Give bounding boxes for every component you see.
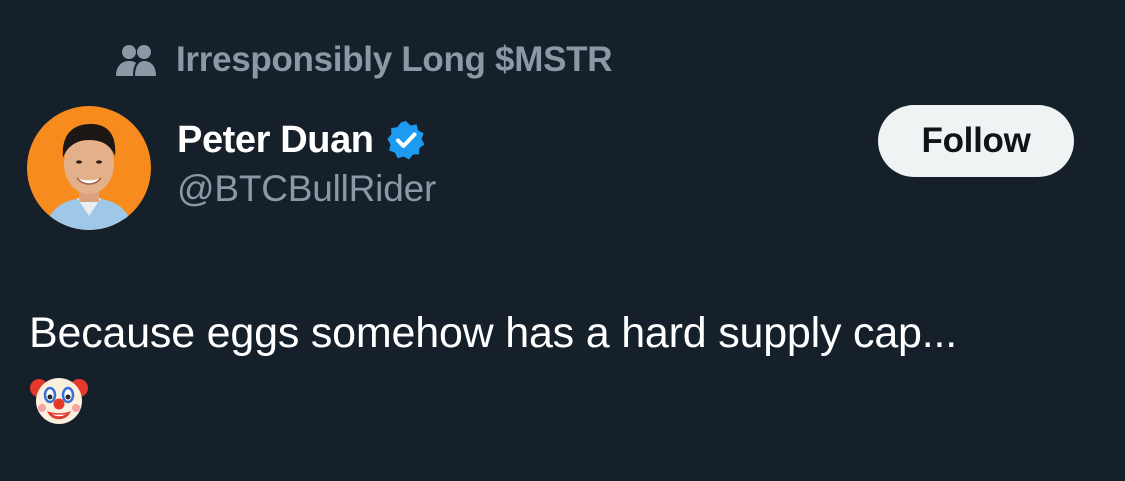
author-name-row[interactable]: Peter Duan [177, 116, 428, 164]
community-name[interactable]: Irresponsibly Long $MSTR [176, 40, 612, 80]
user-handle[interactable]: @BTCBullRider [177, 168, 436, 210]
community-icon [116, 45, 156, 76]
avatar[interactable] [27, 106, 151, 230]
tweet-text: Because eggs somehow has a hard supply c… [29, 309, 958, 357]
verified-badge-icon [387, 121, 425, 160]
profile-photo [27, 106, 151, 230]
display-name[interactable]: Peter Duan [177, 119, 374, 162]
clown-face-emoji [30, 378, 88, 424]
community-context[interactable]: Irresponsibly Long $MSTR [114, 38, 612, 82]
follow-button[interactable]: Follow [878, 105, 1074, 177]
